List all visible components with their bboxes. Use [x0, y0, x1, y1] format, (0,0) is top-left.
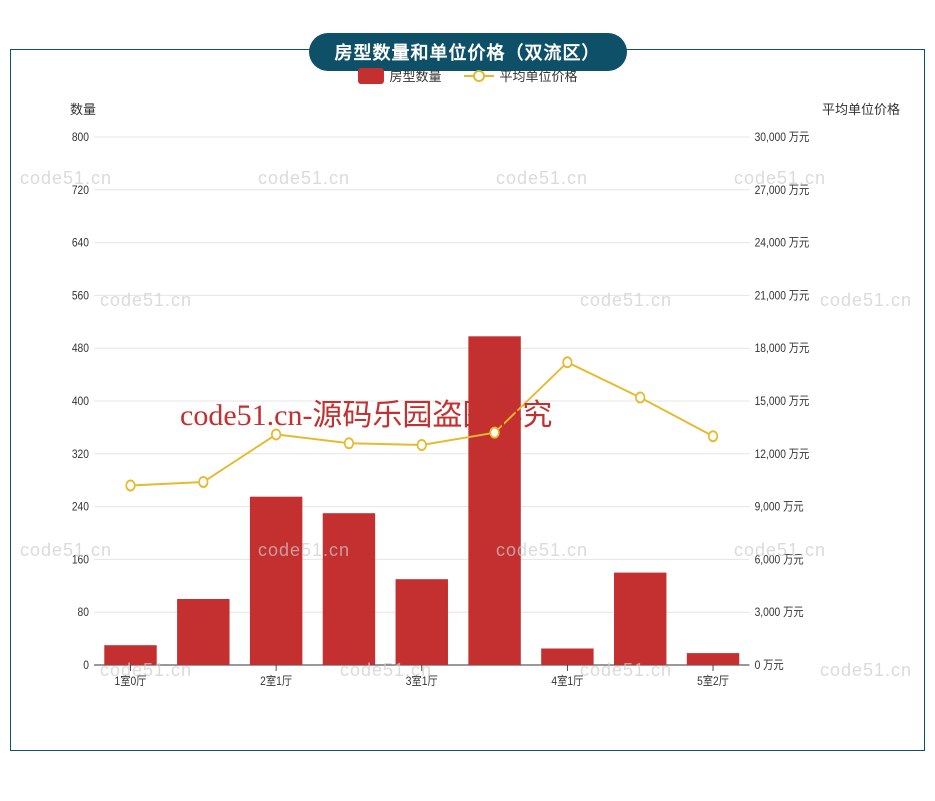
y-right-axis-title: 平均单位价格 [822, 99, 900, 118]
svg-text:21,000 万元: 21,000 万元 [755, 290, 810, 303]
svg-text:5室2厅: 5室2厅 [697, 673, 729, 688]
legend: 房型数量 平均单位价格 [357, 66, 577, 85]
svg-text:0 万元: 0 万元 [755, 659, 784, 672]
svg-text:80: 80 [78, 607, 89, 620]
line-point[interactable] [126, 480, 135, 490]
svg-text:4室1厅: 4室1厅 [551, 673, 583, 688]
legend-bar-label: 房型数量 [389, 66, 441, 85]
svg-text:9,000 万元: 9,000 万元 [755, 501, 804, 514]
bar[interactable] [541, 649, 593, 666]
bar-swatch-icon [357, 68, 383, 84]
legend-item-line[interactable]: 平均单位价格 [464, 66, 578, 85]
svg-text:0: 0 [83, 659, 89, 672]
bar[interactable] [104, 645, 156, 665]
svg-text:30,000 万元: 30,000 万元 [755, 131, 810, 144]
bar[interactable] [687, 653, 739, 665]
line-point[interactable] [345, 438, 354, 448]
svg-text:18,000 万元: 18,000 万元 [755, 343, 810, 356]
svg-text:6,000 万元: 6,000 万元 [755, 554, 804, 567]
svg-text:1室0厅: 1室0厅 [115, 673, 147, 688]
bar[interactable] [250, 497, 302, 665]
line-point[interactable] [563, 357, 572, 367]
y-left-axis-title: 数量 [70, 99, 96, 118]
chart-container: 房型数量和单位价格（双流区） 房型数量 平均单位价格 数量 平均单位价格 cod… [0, 0, 935, 801]
svg-text:2室1厅: 2室1厅 [260, 673, 292, 688]
plot-area: 0 80 160 240 320 400 480 560 640 720 800 0 万元 3,000 … [65, 125, 835, 697]
line-point[interactable] [272, 429, 281, 439]
svg-text:720: 720 [72, 184, 89, 197]
bar[interactable] [177, 599, 229, 665]
svg-text:240: 240 [72, 501, 89, 514]
bar[interactable] [468, 336, 520, 665]
svg-text:3,000 万元: 3,000 万元 [755, 607, 804, 620]
svg-text:320: 320 [72, 448, 89, 461]
legend-line-label: 平均单位价格 [500, 66, 578, 85]
line-point[interactable] [199, 477, 208, 487]
line-point[interactable] [636, 392, 645, 402]
line-point[interactable] [417, 440, 426, 450]
bar[interactable] [396, 579, 448, 665]
svg-text:480: 480 [72, 343, 89, 356]
svg-text:800: 800 [72, 131, 89, 144]
svg-text:640: 640 [72, 237, 89, 250]
legend-item-bar[interactable]: 房型数量 [357, 66, 441, 85]
bar[interactable] [614, 573, 666, 665]
svg-text:3室1厅: 3室1厅 [406, 673, 438, 688]
svg-text:24,000 万元: 24,000 万元 [755, 237, 810, 250]
line-swatch-icon [464, 69, 494, 83]
svg-text:160: 160 [72, 554, 89, 567]
svg-text:12,000 万元: 12,000 万元 [755, 448, 810, 461]
svg-text:400: 400 [72, 395, 89, 408]
svg-text:15,000 万元: 15,000 万元 [755, 395, 810, 408]
svg-text:27,000 万元: 27,000 万元 [755, 184, 810, 197]
bar[interactable] [323, 513, 375, 665]
line-point[interactable] [490, 428, 499, 438]
line-point[interactable] [709, 431, 718, 441]
chart-svg: 0 80 160 240 320 400 480 560 640 720 800 0 万元 3,000 … [65, 125, 835, 697]
svg-text:560: 560 [72, 290, 89, 303]
